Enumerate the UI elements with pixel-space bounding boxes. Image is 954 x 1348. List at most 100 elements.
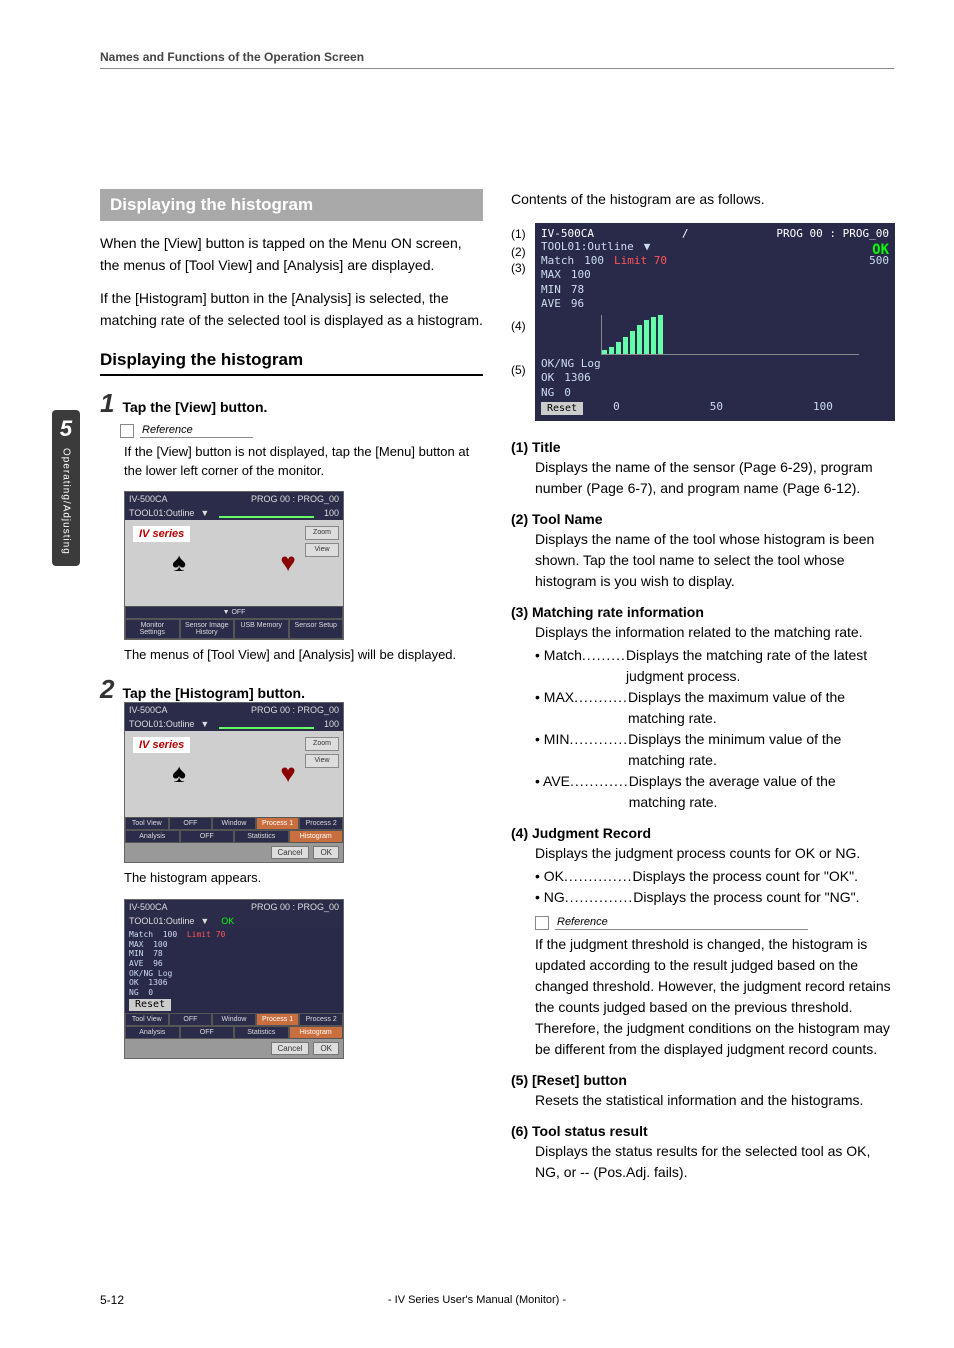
analysis-label: Analysis <box>125 830 180 843</box>
step-number: 2 <box>100 676 114 702</box>
reference-body: If the [View] button is not displayed, t… <box>124 442 483 481</box>
toolview-window[interactable]: Window <box>212 1013 256 1026</box>
spade-icon: ♠ <box>172 547 186 578</box>
lbl-min: MIN <box>129 949 143 958</box>
zoom-button[interactable]: Zoom <box>305 526 339 540</box>
screenshot-histogram: IV-500CAPROG 00 : PROG_00 TOOL01:Outline… <box>124 899 344 1059</box>
bullet-dots: .............. <box>565 887 633 908</box>
step-number: 1 <box>100 390 114 416</box>
toolview-process1[interactable]: Process 1 <box>256 817 300 830</box>
callout-4: (4) <box>511 319 526 333</box>
val-match: 100 <box>163 930 177 939</box>
diag-okng-label: OK/NG Log <box>541 357 601 371</box>
shot-title-left: IV-500CA <box>129 705 168 715</box>
item-body: Resets the statistical information and t… <box>535 1090 894 1111</box>
bullet-key: • MIN <box>535 729 569 771</box>
bullet-key: • NG <box>535 887 565 908</box>
caption: The menus of [Tool View] and [Analysis] … <box>124 646 483 664</box>
reset-button[interactable]: Reset <box>541 402 583 415</box>
item-head: (3) Matching rate information <box>511 604 894 620</box>
zoom-button[interactable]: Zoom <box>305 737 339 751</box>
diag-title-right: PROG 00 : PROG_00 <box>776 227 889 240</box>
analysis-histogram[interactable]: Histogram <box>289 1026 344 1039</box>
bullet-dots: ........... <box>574 687 628 729</box>
ok-button[interactable]: OK <box>313 846 339 859</box>
item-body: Displays the name of the sensor (Page 6-… <box>535 457 894 499</box>
val-min: 78 <box>153 949 163 958</box>
toolview-process2[interactable]: Process 2 <box>299 817 343 830</box>
heart-icon: ♥ <box>280 547 295 578</box>
step-title: Tap the [Histogram] button. <box>122 685 305 701</box>
callout-5: (5) <box>511 363 526 377</box>
sensor-image-history-button[interactable]: Sensor Image History <box>180 619 235 639</box>
analysis-off[interactable]: OFF <box>180 830 235 843</box>
bullet-val: Displays the matching rate of the latest… <box>626 645 894 687</box>
item-3: (3) Matching rate information Displays t… <box>511 604 894 813</box>
off-dropdown[interactable]: ▼ OFF <box>125 606 343 619</box>
diag-match-value: 100 <box>584 254 604 268</box>
analysis-off[interactable]: OFF <box>180 1026 235 1039</box>
item-1: (1) Title Displays the name of the senso… <box>511 439 894 499</box>
toolview-off[interactable]: OFF <box>169 817 213 830</box>
toolview-process1[interactable]: Process 1 <box>256 1013 300 1026</box>
left-column: Displaying the histogram When the [View]… <box>100 189 483 1195</box>
screenshot-menu-on: IV-500CAPROG 00 : PROG_00 TOOL01:Outline… <box>124 491 344 640</box>
item-head: (2) Tool Name <box>511 511 894 527</box>
analysis-histogram[interactable]: Histogram <box>289 830 344 843</box>
usb-memory-button[interactable]: USB Memory <box>234 619 289 639</box>
shot-title-left: IV-500CA <box>129 902 168 912</box>
diag-ngcount-value: 0 <box>564 386 571 400</box>
shot-value: 100 <box>324 508 339 518</box>
shot-toolname: TOOL01:Outline <box>129 719 194 729</box>
shot-title-right: PROG 00 : PROG_00 <box>251 705 339 715</box>
view-button[interactable]: View <box>305 754 339 768</box>
reference-label: Reference <box>140 424 253 438</box>
section-heading: Displaying the histogram <box>100 189 483 221</box>
sensor-setup-button[interactable]: Sensor Setup <box>289 619 344 639</box>
item-4: (4) Judgment Record Displays the judgmen… <box>511 825 894 1060</box>
shot-value: 100 <box>324 719 339 729</box>
toolview-window[interactable]: Window <box>212 817 256 830</box>
toolview-process2[interactable]: Process 2 <box>299 1013 343 1026</box>
val-ave: 96 <box>153 959 163 968</box>
lbl-max: MAX <box>129 940 143 949</box>
diag-ok: OK <box>872 241 889 259</box>
item-6: (6) Tool status result Displays the stat… <box>511 1123 894 1183</box>
axis-100: 100 <box>813 400 833 415</box>
lbl-limit: Limit 70 <box>187 930 226 939</box>
val-ng: 0 <box>148 988 153 997</box>
step-1: 1 Tap the [View] button. <box>100 390 483 416</box>
reference-callout: Reference <box>535 916 894 930</box>
analysis-statistics[interactable]: Statistics <box>234 830 289 843</box>
view-button[interactable]: View <box>305 543 339 557</box>
histogram-diagram-wrap: (1) (2) (3) (4) (5) (6) (7) (8) IV-500CA… <box>511 223 894 421</box>
item-body: Displays the information related to the … <box>535 622 894 643</box>
diag-title-left: IV-500CA <box>541 227 594 240</box>
spade-icon: ♠ <box>172 758 186 789</box>
item-body: Displays the name of the tool whose hist… <box>535 529 894 592</box>
analysis-label: Analysis <box>125 1026 180 1039</box>
item-head: (4) Judgment Record <box>511 825 894 841</box>
reference-icon <box>535 916 549 930</box>
cancel-button[interactable]: Cancel <box>271 1042 310 1055</box>
sub-heading: Displaying the histogram <box>100 350 483 376</box>
toolview-off[interactable]: OFF <box>169 1013 213 1026</box>
caption: The histogram appears. <box>124 869 483 887</box>
reset-button[interactable]: Reset <box>129 999 171 1011</box>
item-5: (5) [Reset] button Resets the statistica… <box>511 1072 894 1111</box>
analysis-statistics[interactable]: Statistics <box>234 1026 289 1039</box>
lbl-match: Match <box>129 930 153 939</box>
diag-max-label: MAX <box>541 268 561 282</box>
diag-toolname[interactable]: TOOL01:Outline <box>541 240 634 254</box>
cancel-button[interactable]: Cancel <box>271 846 310 859</box>
item-2: (2) Tool Name Displays the name of the t… <box>511 511 894 592</box>
item-head: (6) Tool status result <box>511 1123 894 1139</box>
histogram-legend-list: (1) Title Displays the name of the senso… <box>511 439 894 1183</box>
chapter-number: 5 <box>52 416 80 442</box>
callout-2: (2) <box>511 245 526 259</box>
reference-icon <box>120 424 134 438</box>
reference-body: If the judgment threshold is changed, th… <box>535 934 894 1060</box>
monitor-settings-button[interactable]: Monitor Settings <box>125 619 180 639</box>
axis-0: 0 <box>613 400 620 415</box>
ok-button[interactable]: OK <box>313 1042 339 1055</box>
